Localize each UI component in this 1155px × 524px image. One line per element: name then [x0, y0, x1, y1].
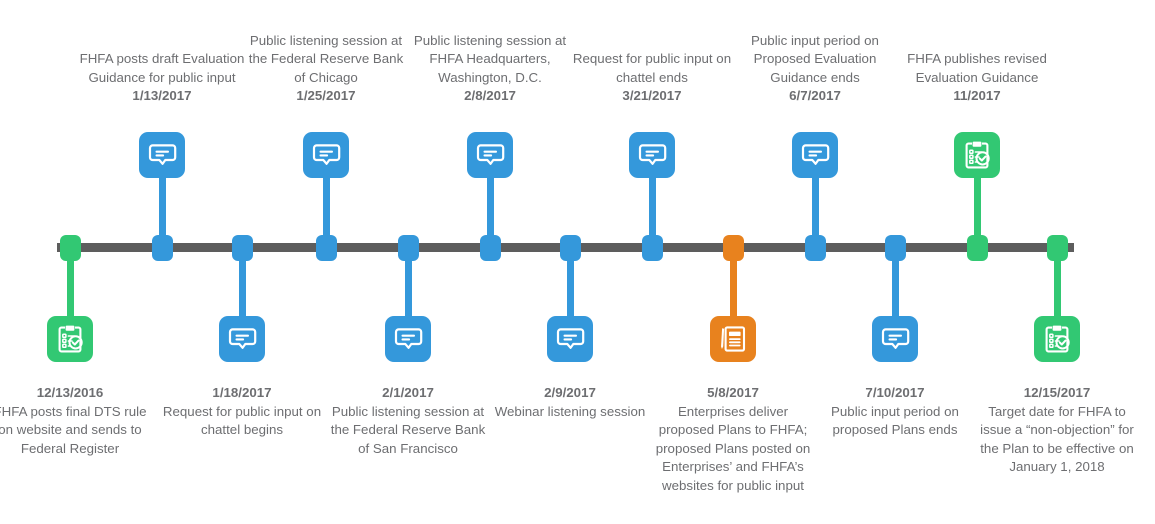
- event-icon-tile[interactable]: [872, 316, 918, 362]
- event-description: Public listening session at the Federal …: [248, 32, 404, 85]
- event-date: 12/13/2016: [36, 385, 104, 400]
- event-label: 2/9/2017 Webinar listening session: [486, 384, 654, 421]
- event-date: 3/21/2017: [622, 88, 682, 104]
- event-icon-tile[interactable]: [303, 132, 349, 178]
- event-label: 12/13/2016 FHFA posts final DTS rule on w…: [0, 384, 154, 458]
- speech-bubble-icon: [312, 144, 341, 165]
- event-date: 1/13/2017: [132, 88, 192, 104]
- clipboard-check-icon: [965, 141, 990, 169]
- clipboard-check-icon: [58, 325, 83, 353]
- event-axis-marker[interactable]: [479, 235, 501, 261]
- event-date: 1/18/2017: [212, 385, 272, 400]
- clipboard-check-icon: [1045, 325, 1070, 353]
- event-icon-tile[interactable]: [139, 132, 185, 178]
- event-axis-marker[interactable]: [641, 235, 663, 261]
- event-label: 1/18/2017 Request for public input on cha…: [158, 384, 326, 440]
- event-icon-tile[interactable]: [954, 132, 1000, 178]
- speech-bubble-icon: [476, 144, 505, 165]
- event-label: FHFA posts draft Evaluation Guidance for…: [78, 50, 246, 106]
- event-icon-tile[interactable]: [467, 132, 513, 178]
- event-axis-marker[interactable]: [315, 235, 337, 261]
- event-axis-marker[interactable]: [559, 235, 581, 261]
- speech-bubble-icon: [148, 144, 177, 165]
- speech-bubble-icon: [638, 144, 667, 165]
- speech-bubble-icon: [228, 328, 257, 349]
- event-date: 7/10/2017: [865, 385, 925, 400]
- event-date: 5/8/2017: [707, 385, 759, 400]
- event-label: 5/8/2017 Enterprises deliver proposed Pla…: [649, 384, 817, 496]
- event-description: Public listening session at the Federal …: [330, 403, 486, 456]
- event-axis-marker[interactable]: [397, 235, 419, 261]
- event-description: Target date for FHFA to issue a “non-obj…: [980, 403, 1134, 475]
- speech-bubble-icon: [556, 328, 585, 349]
- event-axis-marker[interactable]: [966, 235, 988, 261]
- event-icon-tile[interactable]: [47, 316, 93, 362]
- event-description: FHFA posts draft Evaluation Guidance for…: [79, 51, 245, 85]
- event-description: FHFA posts final DTS rule on website and…: [0, 403, 147, 456]
- event-label: Public listening session at FHFA Headqua…: [406, 32, 574, 106]
- speech-bubble-icon: [881, 328, 910, 349]
- event-description: Webinar listening session: [494, 403, 646, 419]
- event-date: 1/25/2017: [296, 88, 356, 104]
- event-description: Public listening session at FHFA Headqua…: [413, 32, 567, 85]
- event-label: Public listening session at the Federal …: [242, 32, 410, 106]
- event-axis-marker[interactable]: [804, 235, 826, 261]
- event-date: 2/9/2017: [544, 385, 596, 400]
- event-date: 11/2017: [953, 88, 1001, 104]
- event-icon-tile[interactable]: [1034, 316, 1080, 362]
- speech-bubble-icon: [394, 328, 423, 349]
- event-axis-marker[interactable]: [722, 235, 744, 261]
- event-axis-marker[interactable]: [59, 235, 81, 261]
- event-axis-marker[interactable]: [151, 235, 173, 261]
- event-icon-tile[interactable]: [385, 316, 431, 362]
- event-icon-tile[interactable]: [547, 316, 593, 362]
- event-date: 6/7/2017: [789, 88, 841, 104]
- event-label: Public input period on Proposed Evaluati…: [731, 32, 899, 106]
- event-label: Request for public input on chattel ends…: [568, 50, 736, 106]
- document-pen-icon: [721, 326, 746, 352]
- event-date: 2/1/2017: [382, 385, 434, 400]
- event-label: 12/15/2017 Target date for FHFA to issue …: [973, 384, 1141, 477]
- speech-bubble-icon: [801, 144, 830, 165]
- event-icon-tile[interactable]: [219, 316, 265, 362]
- event-description: Enterprises deliver proposed Plans to FH…: [655, 403, 811, 493]
- event-icon-tile[interactable]: [792, 132, 838, 178]
- event-description: Request for public input on chattel ends: [572, 51, 732, 85]
- event-icon-tile[interactable]: [629, 132, 675, 178]
- event-description: Public input period on proposed Plans en…: [831, 403, 959, 438]
- event-icon-tile[interactable]: [710, 316, 756, 362]
- timeline-infographic: 12/13/2016 FHFA posts final DTS rule on w…: [0, 0, 1155, 524]
- event-axis-marker[interactable]: [884, 235, 906, 261]
- event-date: 12/15/2017: [1023, 385, 1091, 400]
- event-date: 2/8/2017: [464, 88, 516, 104]
- event-label: 2/1/2017 Public listening session at the …: [324, 384, 492, 458]
- event-axis-marker[interactable]: [231, 235, 253, 261]
- event-description: Request for public input on chattel begi…: [162, 403, 322, 438]
- event-description: FHFA publishes revised Evaluation Guidan…: [907, 51, 1047, 85]
- event-label: FHFA publishes revised Evaluation Guidan…: [893, 50, 1061, 106]
- event-axis-marker[interactable]: [1046, 235, 1068, 261]
- event-description: Public input period on Proposed Evaluati…: [751, 32, 879, 85]
- event-label: 7/10/2017 Public input period on proposed…: [811, 384, 979, 440]
